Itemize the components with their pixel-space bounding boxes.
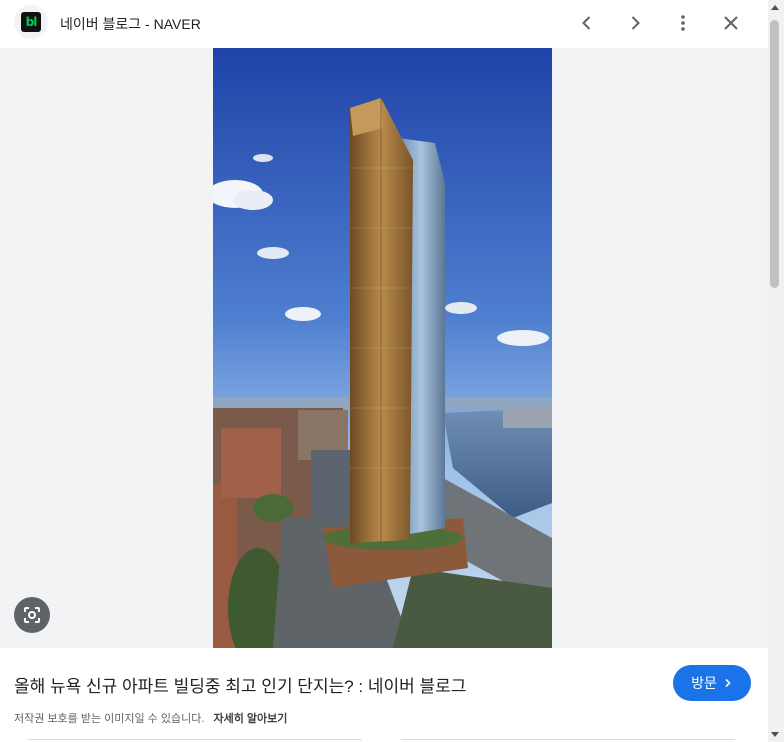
image-preview-panel: bl 네이버 블로그 - NAVER 올해 뉴욕 신규 아파트 빌딩중 최고 인…: [0, 0, 784, 742]
copyright-notice: 저작권 보호를 받는 이미지일 수 있습니다. 자세히 알아보기: [14, 710, 287, 726]
image-viewer: [0, 48, 768, 648]
close-icon: [724, 16, 738, 30]
more-vert-icon: [681, 15, 685, 31]
close-button[interactable]: [715, 7, 747, 39]
site-favicon: bl: [14, 5, 48, 39]
learn-more-link[interactable]: 자세히 알아보기: [213, 713, 287, 725]
scroll-up-arrow[interactable]: [771, 5, 779, 10]
visit-button[interactable]: 방문: [673, 665, 751, 701]
image-caption[interactable]: 올해 뉴욕 신규 아파트 빌딩중 최고 인기 단지는? : 네이버 블로그: [14, 672, 466, 697]
previous-button[interactable]: [571, 7, 603, 39]
scroll-down-arrow[interactable]: [771, 732, 779, 737]
more-options-button[interactable]: [667, 7, 699, 39]
chevron-right-icon: [725, 678, 731, 688]
visit-button-label: 방문: [691, 675, 717, 691]
skyscraper-photo: [213, 48, 552, 648]
next-button[interactable]: [619, 7, 651, 39]
preview-header: bl 네이버 블로그 - NAVER: [0, 0, 768, 46]
copyright-text: 저작권 보호를 받는 이미지일 수 있습니다.: [14, 713, 205, 725]
chevron-left-icon: [582, 16, 591, 30]
site-title: 네이버 블로그 - NAVER: [60, 16, 201, 32]
google-lens-icon: [24, 607, 40, 623]
scrollbar-thumb[interactable]: [770, 20, 779, 288]
naver-blog-logo: bl: [21, 12, 41, 32]
chevron-right-icon: [631, 16, 640, 30]
preview-image[interactable]: [213, 48, 552, 648]
lens-search-button[interactable]: [14, 597, 50, 633]
